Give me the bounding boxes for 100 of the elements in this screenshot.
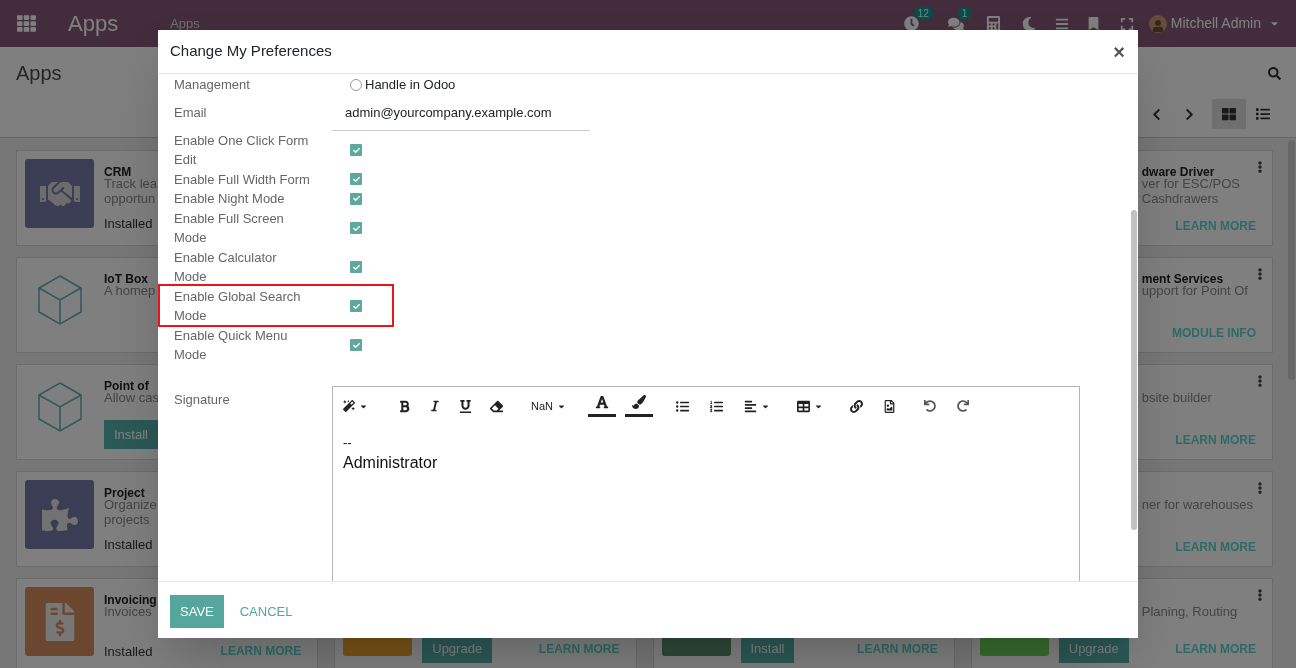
moon-icon[interactable] — [1021, 16, 1036, 31]
check-icon — [352, 224, 360, 232]
app-title: Point of — [104, 378, 149, 393]
learn-more-link[interactable]: LEARN MORE — [1175, 217, 1256, 235]
puzzle-icon — [25, 480, 94, 549]
field-label: Enable Calculator Mode — [174, 248, 278, 286]
app-title: Invoicing — [104, 592, 157, 607]
learn-more-link[interactable]: LEARN MORE — [857, 639, 938, 658]
magic-wand-icon[interactable] — [343, 400, 368, 412]
search-icon[interactable] — [1268, 66, 1281, 80]
kanban-view-button[interactable] — [1212, 99, 1246, 129]
handshake-icon — [25, 159, 94, 228]
cancel-button[interactable]: CANCEL — [239, 595, 293, 628]
bookmark-icon[interactable] — [1087, 17, 1101, 30]
eraser-icon[interactable] — [490, 399, 503, 413]
install-button[interactable]: Install — [104, 420, 158, 449]
learn-more-link[interactable]: LEARN MORE — [1175, 431, 1256, 449]
highlight-color-icon[interactable] — [625, 395, 653, 417]
calculator-icon[interactable] — [986, 16, 1002, 31]
underline-icon[interactable] — [459, 399, 472, 413]
link-icon[interactable] — [850, 399, 863, 413]
menu-icon[interactable] — [1054, 16, 1069, 31]
check-icon — [352, 175, 360, 183]
image-icon[interactable] — [883, 399, 896, 413]
signature-editor[interactable]: NaN -- Administrator — [332, 385, 1080, 581]
activity-icon[interactable] — [904, 16, 920, 31]
align-icon[interactable] — [744, 399, 770, 413]
installed-label: Installed — [104, 537, 153, 552]
field-label: Enable Full Width Form — [174, 170, 311, 189]
checkbox[interactable] — [350, 300, 362, 312]
menu-item[interactable]: Apps — [170, 13, 200, 34]
numbered-list-icon[interactable] — [710, 399, 723, 413]
app-description: Allow cas — [104, 390, 159, 405]
radio-label: Handle in Odoo — [365, 76, 456, 95]
field-label: Management — [174, 76, 251, 95]
checkbox[interactable] — [350, 261, 362, 273]
checkbox[interactable] — [350, 222, 362, 234]
app-description: ver for ESC/POS — [1141, 176, 1240, 191]
table-icon[interactable] — [797, 399, 823, 413]
close-button[interactable]: × — [1113, 41, 1126, 62]
checkbox[interactable] — [350, 173, 362, 186]
learn-more-link[interactable]: LEARN MORE — [1175, 639, 1256, 658]
app-description: Cashdrawers — [1141, 191, 1219, 206]
app-title: dware Driver — [1141, 164, 1215, 179]
invoice-icon — [25, 587, 94, 656]
grid-icon — [1222, 107, 1236, 121]
check-icon — [352, 302, 360, 310]
page-title: Apps — [16, 61, 62, 86]
messages-icon[interactable] — [947, 15, 964, 32]
messages-badge: 1 — [957, 6, 972, 20]
app-description: Planing, Routing — [1141, 604, 1238, 619]
list-icon — [1256, 107, 1270, 121]
text-color-icon[interactable] — [588, 395, 616, 417]
signature-line: Administrator — [343, 452, 439, 473]
cube-icon — [36, 381, 83, 433]
field-label: Enable Night Mode — [174, 190, 286, 208]
installed-label: Installed — [104, 216, 153, 231]
dialog-title: Change My Preferences — [170, 41, 332, 62]
next-icon[interactable] — [1183, 107, 1196, 121]
app-description: projects — [104, 512, 150, 527]
field-label: Email — [174, 104, 208, 122]
app-title: IoT Box — [104, 271, 148, 286]
learn-more-link[interactable]: LEARN MORE — [1175, 538, 1256, 556]
app-description: bsite builder — [1141, 390, 1212, 405]
save-button[interactable]: SAVE — [170, 595, 224, 628]
checkbox[interactable] — [350, 339, 362, 351]
field-label: Signature — [174, 391, 230, 407]
app-description: Track lea — [104, 176, 157, 191]
font-size-dropdown[interactable]: NaN — [531, 397, 566, 415]
app-title: CRM — [104, 164, 132, 179]
fullscreen-icon[interactable] — [1120, 16, 1135, 31]
check-icon — [352, 341, 360, 349]
checkbox[interactable] — [350, 144, 362, 156]
field-label: Enable One Click Form Edit — [174, 131, 310, 169]
redo-icon[interactable] — [957, 400, 969, 412]
signature-line: -- — [343, 433, 353, 452]
cube-icon — [36, 274, 83, 326]
field-label: Enable Full Screen Mode — [174, 209, 285, 247]
apps-menu-icon[interactable] — [17, 14, 36, 33]
italic-icon[interactable] — [429, 400, 441, 412]
check-icon — [352, 195, 360, 203]
app-description: opportun — [104, 191, 156, 206]
app-title: ment Services — [1141, 271, 1224, 286]
checkbox[interactable] — [350, 192, 362, 205]
learn-more-link[interactable]: LEARN MORE — [220, 642, 302, 660]
previous-icon[interactable] — [1150, 107, 1163, 121]
bold-icon[interactable] — [398, 399, 411, 413]
undo-icon[interactable] — [924, 400, 936, 412]
check-icon — [352, 263, 360, 271]
app-title: Project — [104, 485, 145, 500]
activity-badge: 12 — [913, 7, 933, 20]
field-label: Enable Quick Menu Mode — [174, 326, 289, 364]
check-icon — [352, 146, 360, 154]
learn-more-link[interactable]: MODULE INFO — [1172, 324, 1256, 342]
learn-more-link[interactable]: LEARN MORE — [538, 639, 620, 658]
email-field[interactable]: admin@yourcompany.example.com — [332, 103, 590, 131]
bullet-list-icon[interactable] — [676, 399, 689, 413]
app-description: A homep — [104, 283, 156, 298]
app-brand: Apps — [68, 10, 119, 38]
user-name[interactable]: Mitchell Admin — [1170, 13, 1261, 34]
